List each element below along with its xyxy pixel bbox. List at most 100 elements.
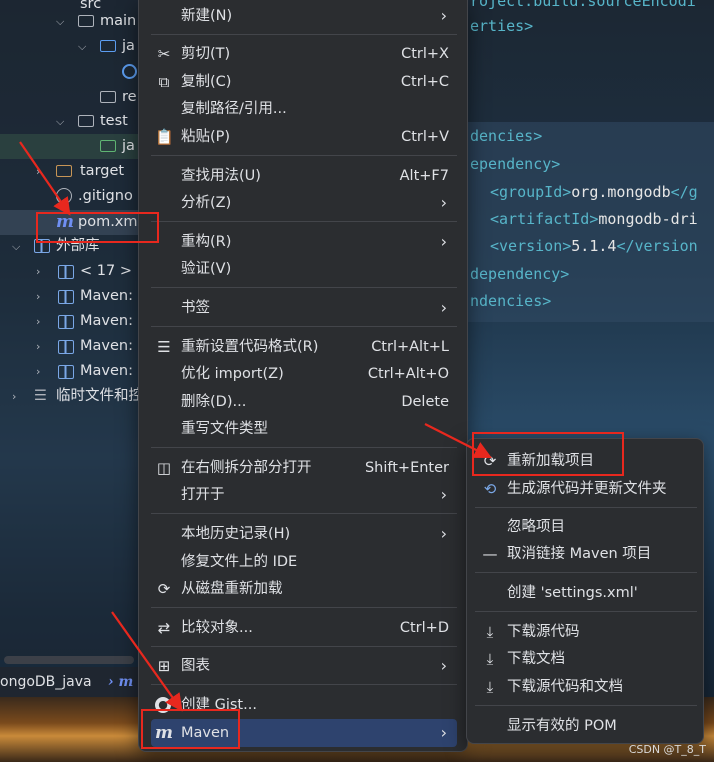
menu-label: 修复文件上的 IDE: [181, 554, 298, 570]
menu-label: 复制(C): [181, 74, 232, 90]
breadcrumb-project[interactable]: ongoDB_java: [0, 674, 92, 690]
menu-label: 忽略项目: [507, 519, 565, 535]
menu-item-copy-path[interactable]: 复制路径/引用...: [151, 95, 457, 123]
menu-item-diagrams[interactable]: ⊞ 图表 ›: [151, 652, 457, 680]
code-line: dencies>: [470, 127, 543, 145]
tree-label: Maven:: [80, 338, 133, 354]
code-tag: <version>: [490, 237, 572, 255]
watermark: CSDN @T_8_T: [628, 743, 706, 756]
submenu-item-create-settings[interactable]: 创建 'settings.xml': [475, 579, 697, 607]
menu-item-split-right[interactable]: ◫ 在右侧拆分部分打开 Shift+Enter: [151, 454, 457, 482]
annotation-box-maven: [141, 709, 240, 749]
tree-label: re: [122, 89, 137, 105]
context-menu: 新建(N) › ✂ 剪切(T) Ctrl+X ⧉ 复制(C) Ctrl+C 复制…: [138, 0, 468, 752]
menu-label: 重写文件类型: [181, 421, 268, 437]
menu-item-repair-ide[interactable]: 修复文件上的 IDE: [151, 548, 457, 576]
code-tag: <artifactId>: [490, 210, 599, 228]
code-line: erties>: [470, 17, 534, 35]
tree-label: src: [80, 0, 102, 12]
menu-separator: [151, 646, 457, 647]
folder-icon: [56, 165, 72, 177]
menu-item-compare[interactable]: ⇄ 比较对象... Ctrl+D: [151, 614, 457, 642]
menu-label: 在右侧拆分部分打开: [181, 460, 312, 476]
code-line: <groupId>org.mongodb</g: [490, 181, 698, 203]
submenu-item-ignore-project[interactable]: 忽略项目: [475, 513, 697, 541]
menu-label: 从磁盘重新加载: [181, 581, 283, 597]
menu-item-delete[interactable]: 删除(D)... Delete: [151, 388, 457, 416]
menu-label: 下载源代码和文档: [507, 679, 623, 695]
menu-shortcut: Ctrl+Alt+L: [371, 339, 449, 355]
menu-separator: [151, 447, 457, 448]
submenu-item-download-sources[interactable]: ⤓ 下载源代码: [475, 618, 697, 646]
submenu-item-download-docs[interactable]: ⤓ 下载文档: [475, 645, 697, 673]
code-text: mongodb-dri: [598, 210, 698, 228]
menu-item-local-history[interactable]: 本地历史记录(H) ›: [151, 520, 457, 548]
menu-label: 剪切(T): [181, 46, 231, 62]
chevron-right-icon: ›: [440, 232, 447, 251]
chevron-right-icon: ›: [440, 656, 447, 675]
tree-label: test: [100, 113, 128, 129]
menu-item-reload-from-disk[interactable]: ⟳ 从磁盘重新加载: [151, 575, 457, 603]
menu-item-bookmarks[interactable]: 书签 ›: [151, 294, 457, 322]
code-line: <artifactId>mongodb-dri: [490, 208, 698, 230]
menu-item-override-type[interactable]: 重写文件类型: [151, 415, 457, 443]
tree-label: ja: [122, 138, 135, 154]
maven-icon: › m: [108, 674, 134, 690]
chevron-right-icon[interactable]: ›: [36, 291, 46, 302]
annotation-box-pom: [36, 212, 159, 243]
split-icon: ◫: [156, 459, 172, 477]
menu-item-verify[interactable]: 验证(V): [151, 255, 457, 283]
code-text: org.mongodb: [571, 183, 671, 201]
chevron-right-icon[interactable]: ›: [36, 266, 46, 277]
menu-label: 分析(Z): [181, 195, 232, 211]
chevron-right-icon[interactable]: ›: [36, 341, 46, 352]
menu-item-open-in[interactable]: 打开于 ›: [151, 481, 457, 509]
folder-icon: [78, 115, 94, 127]
menu-label: 打开于: [181, 487, 225, 503]
code-line: ndencies>: [470, 292, 552, 310]
menu-item-refactor[interactable]: 重构(R) ›: [151, 228, 457, 256]
menu-label: 取消链接 Maven 项目: [507, 546, 652, 562]
menu-label: 比较对象...: [181, 620, 253, 636]
menu-item-find-usages[interactable]: 查找用法(U) Alt+F7: [151, 162, 457, 190]
menu-item-copy[interactable]: ⧉ 复制(C) Ctrl+C: [151, 68, 457, 96]
tree-label: Maven:: [80, 363, 133, 379]
library-icon: [58, 290, 74, 304]
chevron-down-icon[interactable]: ⌵: [12, 241, 22, 252]
reload-icon: ⟳: [157, 580, 171, 598]
download-icon: ⤓: [486, 678, 494, 696]
chevron-right-icon[interactable]: ›: [36, 166, 46, 177]
tree-label: ja: [122, 38, 135, 54]
horizontal-scrollbar[interactable]: [4, 656, 134, 664]
menu-shortcut: Ctrl+V: [401, 129, 449, 145]
code-line: ependency>: [470, 155, 561, 173]
code-line: dependency>: [470, 265, 570, 283]
code-text: 5.1.4: [571, 237, 617, 255]
menu-item-optimize-imports[interactable]: 优化 import(Z) Ctrl+Alt+O: [151, 360, 457, 388]
menu-label: 优化 import(Z): [181, 366, 284, 382]
submenu-item-effective-pom[interactable]: 显示有效的 POM: [475, 712, 697, 740]
tree-label: .gitigno: [78, 188, 133, 204]
menu-item-new[interactable]: 新建(N) ›: [151, 2, 457, 30]
menu-item-analyze[interactable]: 分析(Z) ›: [151, 189, 457, 217]
chevron-down-icon[interactable]: ⌵: [56, 116, 66, 127]
code-editor: roject.build.sourceEncodi erties> dencie…: [466, 0, 714, 322]
menu-separator: [151, 684, 457, 685]
menu-item-cut[interactable]: ✂ 剪切(T) Ctrl+X: [151, 40, 457, 68]
menu-item-reformat[interactable]: ☰ 重新设置代码格式(R) Ctrl+Alt+L: [151, 333, 457, 361]
chevron-down-icon[interactable]: ⌵: [56, 16, 66, 27]
submenu-item-download-both[interactable]: ⤓ 下载源代码和文档: [475, 673, 697, 701]
chevron-right-icon[interactable]: ›: [36, 366, 46, 377]
chevron-right-icon[interactable]: ›: [12, 391, 22, 402]
menu-label: 书签: [181, 300, 210, 316]
folder-icon: [100, 140, 116, 152]
menu-separator: [475, 507, 697, 508]
submenu-item-unlink-project[interactable]: — 取消链接 Maven 项目: [475, 540, 697, 568]
menu-item-paste[interactable]: 📋 粘贴(P) Ctrl+V: [151, 123, 457, 151]
library-icon: [58, 365, 74, 379]
menu-label: 下载源代码: [507, 624, 580, 640]
chevron-right-icon[interactable]: ›: [36, 316, 46, 327]
chevron-right-icon: ›: [440, 723, 447, 742]
chevron-down-icon[interactable]: ⌵: [78, 41, 88, 52]
submenu-item-generate-sources[interactable]: ⟲ 生成源代码并更新文件夹: [475, 475, 697, 503]
